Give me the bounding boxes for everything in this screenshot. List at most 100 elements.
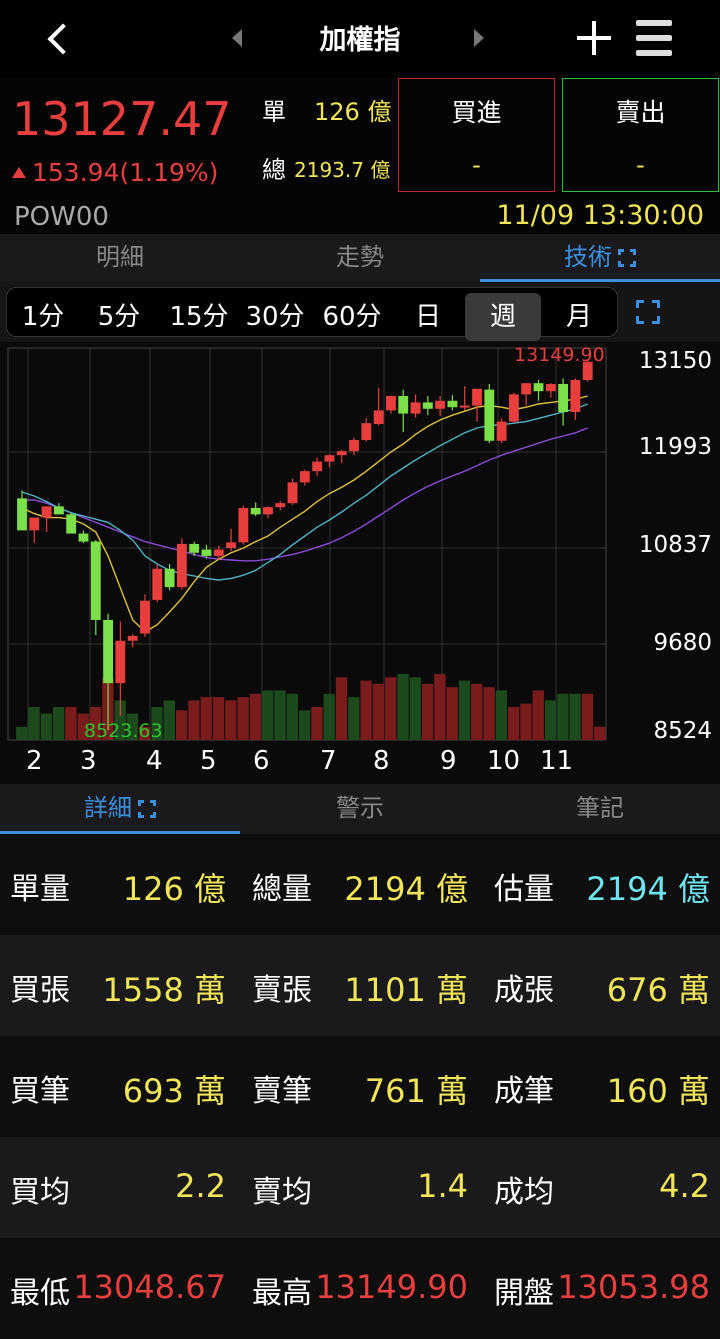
- detail-row: 買均 2.2 賣均 1.4 成均 4.2: [0, 1137, 720, 1238]
- x-tick-label: 10: [487, 746, 521, 776]
- detail-label: 買筆: [10, 1074, 70, 1109]
- up-triangle-icon: [12, 167, 26, 178]
- candle-body: [66, 514, 77, 534]
- quote-header: 13127.47 153.94(1.19%) POW00 單 126 億 總 2…: [0, 78, 720, 234]
- detail-value: 1.4: [417, 1167, 468, 1205]
- volume-bar: [594, 726, 606, 740]
- period-30min[interactable]: 30分: [237, 293, 313, 341]
- candle-body: [312, 461, 323, 472]
- period-1min[interactable]: 1分: [13, 293, 73, 341]
- candle-body: [115, 640, 126, 684]
- last-price: 13127.47: [12, 92, 232, 146]
- detail-label: 成張: [494, 973, 554, 1008]
- volume-bar: [249, 693, 262, 740]
- period-day[interactable]: 日: [403, 293, 453, 341]
- volume-bar: [335, 677, 348, 740]
- candle-body: [472, 388, 482, 406]
- buy-button[interactable]: 買進 -: [398, 78, 555, 192]
- candle-body: [287, 482, 298, 504]
- next-symbol-arrow-icon[interactable]: [474, 29, 484, 47]
- period-selector: 1分 5分 15分 30分 60分 日 週 月: [6, 287, 618, 341]
- volume-bar: [348, 697, 360, 740]
- y-tick-label: 13150: [638, 348, 712, 374]
- candle-body: [299, 471, 310, 483]
- candle-body: [373, 410, 384, 424]
- detail-row: 最低 13048.67 最高 13149.90 開盤 13053.98: [0, 1238, 720, 1339]
- detail-tabs: 詳細 警示 筆記: [0, 784, 720, 834]
- previous-symbol-arrow-icon[interactable]: [232, 29, 242, 47]
- candle-body: [447, 400, 458, 408]
- candle-body: [275, 503, 286, 508]
- volume-bar: [483, 687, 495, 740]
- volume-bar: [262, 690, 274, 740]
- buy-value: -: [472, 151, 481, 179]
- volume-bar: [311, 707, 323, 740]
- volume-bar: [532, 690, 544, 740]
- period-selector-bar: 1分 5分 15分 30分 60分 日 週 月: [0, 282, 720, 342]
- detail-label: 買均: [10, 1175, 70, 1210]
- candle-body: [361, 423, 372, 440]
- period-week[interactable]: 週: [465, 293, 541, 341]
- menu-bar-icon: [636, 50, 672, 56]
- volume-bar: [188, 700, 200, 740]
- candle-body: [336, 451, 347, 456]
- volume-bar: [495, 690, 508, 740]
- volume-bar: [421, 683, 434, 740]
- period-month[interactable]: 月: [551, 293, 607, 341]
- detail-row: 買張 1558 萬 賣張 1101 萬 成張 676 萬: [0, 935, 720, 1036]
- volume-bar: [508, 707, 520, 740]
- volume-bar: [52, 707, 65, 740]
- detail-row: 買筆 693 萬 賣筆 761 萬 成筆 160 萬: [0, 1036, 720, 1137]
- fullscreen-chart-icon[interactable]: [636, 300, 660, 324]
- detail-value: 2194 億: [586, 870, 710, 908]
- detail-value: 2.2: [175, 1167, 226, 1205]
- x-tick-label: 9: [440, 746, 457, 776]
- volume-bar: [212, 697, 225, 740]
- candle-body: [521, 383, 532, 395]
- volume-bar: [581, 693, 594, 740]
- candle-body: [189, 543, 200, 553]
- candle-body: [152, 568, 163, 600]
- volume-bar: [225, 700, 237, 740]
- tab-detail-info[interactable]: 詳細: [0, 784, 240, 834]
- menu-button[interactable]: [636, 20, 672, 56]
- detail-row: 單量 126 億 總量 2194 億 估量 2194 億: [0, 834, 720, 935]
- tab-technical-label: 技術: [564, 243, 612, 271]
- tab-notes[interactable]: 筆記: [480, 784, 720, 834]
- tab-detail-info-label: 詳細: [84, 794, 132, 822]
- tab-details[interactable]: 明細: [0, 234, 240, 282]
- period-5min[interactable]: 5分: [87, 293, 151, 341]
- sell-button[interactable]: 賣出 -: [562, 78, 719, 192]
- detail-value: 4.2: [659, 1167, 710, 1205]
- volume-bar: [28, 707, 40, 740]
- volume-bar: [557, 693, 569, 740]
- volume-bar: [65, 707, 77, 740]
- tab-technical[interactable]: 技術: [480, 234, 720, 282]
- tab-trend[interactable]: 走勢: [240, 234, 480, 282]
- volume-bar: [544, 700, 557, 740]
- detail-value: 13053.98: [557, 1268, 710, 1306]
- candle-body: [459, 405, 470, 408]
- view-tabs: 明細 走勢 技術: [0, 234, 720, 282]
- y-tick-label: 11993: [638, 434, 712, 460]
- period-15min[interactable]: 15分: [161, 293, 237, 341]
- detail-value: 13048.67: [73, 1268, 226, 1306]
- add-watchlist-button[interactable]: [574, 18, 614, 58]
- candlestick-chart[interactable]: 13149.90 8523.63 13150 11993 10837 9680 …: [0, 342, 720, 784]
- x-tick-label: 11: [540, 746, 574, 776]
- back-button[interactable]: [40, 18, 80, 62]
- candle-body: [226, 542, 236, 548]
- detail-label: 買張: [10, 973, 70, 1008]
- tab-alerts[interactable]: 警示: [240, 784, 480, 834]
- period-60min[interactable]: 60分: [313, 293, 391, 341]
- x-tick-label: 5: [200, 746, 217, 776]
- volume-bar: [40, 713, 53, 740]
- candle-body: [41, 506, 52, 518]
- candle-body: [103, 619, 114, 684]
- detail-value: 13149.90: [315, 1268, 468, 1306]
- ma-slow-line: [22, 427, 588, 562]
- detail-grid: 單量 126 億 總量 2194 億 估量 2194 億 買張 1558 萬 賣…: [0, 834, 720, 1339]
- volume-bar: [520, 703, 532, 740]
- detail-value: 676 萬: [606, 971, 710, 1009]
- detail-value: 1558 萬: [102, 971, 226, 1009]
